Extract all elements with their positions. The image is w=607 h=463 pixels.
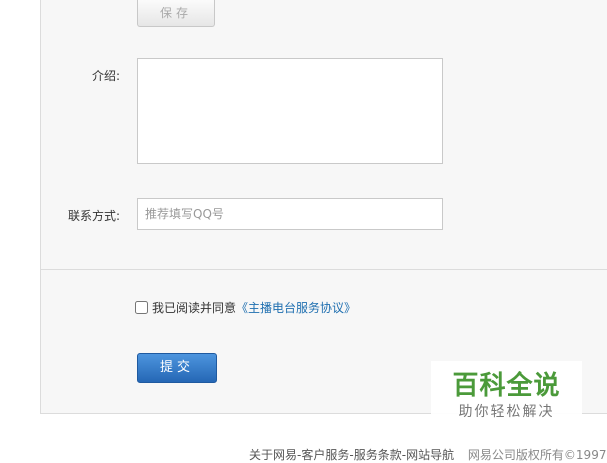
footer-link-customer-service[interactable]: 客户服务: [301, 448, 349, 462]
footer: 关于网易-客户服务-服务条款-网站导航 网易公司版权所有©1997: [249, 446, 606, 463]
agreement-row: 我已阅读并同意 《主播电台服务协议》: [135, 298, 356, 316]
agree-text: 我已阅读并同意: [152, 300, 237, 315]
footer-link-site-nav[interactable]: 网站导航: [406, 448, 454, 462]
save-button[interactable]: 保存: [137, 0, 215, 27]
submit-button[interactable]: 提交: [137, 353, 217, 383]
intro-label: 介绍:: [91, 69, 120, 83]
intro-textarea[interactable]: [137, 58, 443, 164]
copyright-text: 网易公司版权所有©1997: [467, 448, 607, 462]
agree-checkbox[interactable]: [135, 300, 148, 314]
footer-link-about[interactable]: 关于网易: [249, 448, 297, 462]
watermark-title: 百科全说: [452, 371, 561, 401]
watermark-subtitle: 助你轻松解决: [458, 404, 555, 420]
footer-link-terms[interactable]: 服务条款: [354, 448, 402, 462]
contact-label: 联系方式:: [67, 209, 120, 223]
contact-input[interactable]: [137, 198, 443, 230]
watermark-logo: 百科全说 助你轻松解决: [431, 361, 582, 435]
section-divider: [41, 269, 607, 270]
agreement-link[interactable]: 《主播电台服务协议》: [236, 299, 356, 316]
